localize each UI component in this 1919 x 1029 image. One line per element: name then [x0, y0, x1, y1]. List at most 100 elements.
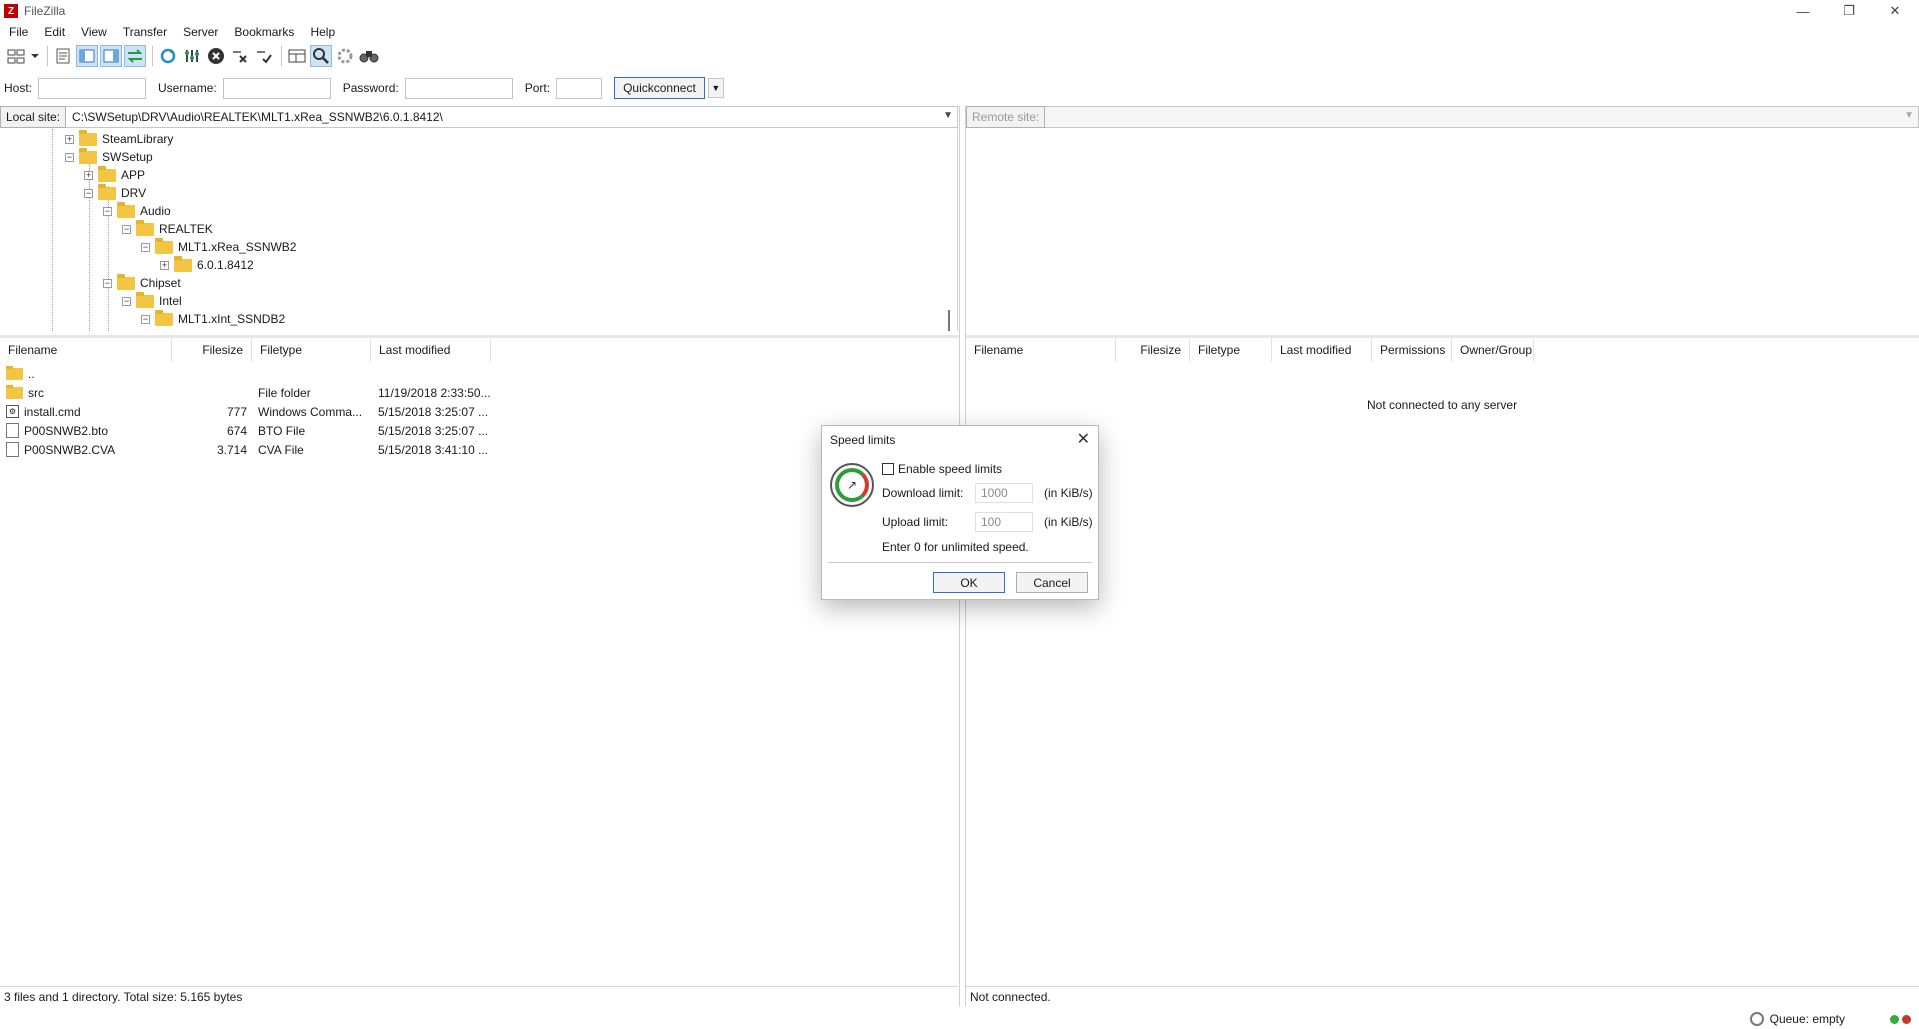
host-input[interactable] [38, 77, 147, 99]
menu-view[interactable]: View [81, 25, 107, 39]
column-filename[interactable]: Filename ⌃ [0, 338, 172, 362]
column-owner-group[interactable]: Owner/Group [1452, 338, 1534, 362]
menu-bookmarks[interactable]: Bookmarks [234, 25, 294, 39]
column-filesize[interactable]: Filesize [1116, 338, 1190, 362]
minimize-button[interactable]: — [1780, 0, 1826, 22]
column-last-modified[interactable]: Last modified [1272, 338, 1372, 362]
cancel-operation-icon[interactable] [205, 45, 227, 67]
tree-item-realtek[interactable]: − REALTEK [122, 219, 213, 238]
file-row-src[interactable]: src File folder 11/19/2018 2:33:50... [0, 383, 958, 402]
column-label: Filename [8, 343, 58, 357]
column-filetype[interactable]: Filetype [1190, 338, 1272, 362]
file-row-cva[interactable]: P00SNWB2.CVA 3.714 CVA File 5/15/2018 3:… [0, 440, 958, 459]
file-row-parent[interactable]: .. [0, 364, 958, 383]
dialog-close-button[interactable]: ✕ [1077, 429, 1090, 449]
expand-icon[interactable]: + [160, 260, 169, 270]
search-remote-files-icon[interactable] [358, 45, 380, 67]
collapse-icon[interactable]: − [103, 206, 112, 216]
folder-icon [117, 201, 135, 218]
reconnect-icon[interactable] [253, 45, 275, 67]
cancel-button[interactable]: Cancel [1016, 572, 1088, 593]
tree-item-app[interactable]: + APP [84, 165, 146, 184]
expand-icon[interactable]: + [84, 170, 93, 180]
collapse-icon[interactable]: − [65, 152, 74, 162]
refresh-icon[interactable] [157, 45, 179, 67]
cell-filesize: 777 [226, 404, 247, 419]
chevron-down-icon[interactable]: ▼ [943, 110, 953, 121]
port-input[interactable] [556, 77, 603, 99]
tree-item-audio[interactable]: − Audio [103, 201, 171, 220]
tree-item-label: APP [121, 168, 146, 182]
upload-limit-input[interactable]: 100 [975, 512, 1033, 532]
menu-help[interactable]: Help [310, 25, 335, 39]
menu-file[interactable]: File [9, 25, 28, 39]
disconnect-icon[interactable] [229, 45, 251, 67]
toggle-transfer-queue-icon[interactable] [124, 45, 146, 67]
speed-limits-dialog: Speed limits ✕ ↗ Enable speed limits Dow… [821, 425, 1099, 600]
tree-item-intel[interactable]: − Intel [122, 291, 182, 310]
tree-item-drv[interactable]: − DRV [84, 183, 147, 202]
process-queue-icon[interactable] [181, 45, 203, 67]
username-input[interactable] [222, 77, 331, 99]
remote-site-path-input[interactable]: ▼ [1045, 106, 1919, 128]
toggle-local-tree-icon[interactable] [76, 45, 98, 67]
tree-item-steamlibrary[interactable]: + SteamLibrary [65, 129, 173, 148]
enable-speed-limits-checkbox[interactable]: Enable speed limits [882, 462, 1002, 476]
menu-server[interactable]: Server [183, 25, 218, 39]
tree-item-6-0-1-8412[interactable]: + 6.0.1.8412 [160, 255, 254, 274]
quickconnect-button[interactable]: Quickconnect [614, 77, 705, 99]
tree-item-label: DRV [121, 186, 147, 200]
tree-item-label: MLT1.xRea_SSNWB2 [178, 240, 297, 254]
port-label: Port: [524, 81, 551, 95]
toggle-remote-tree-icon[interactable] [100, 45, 122, 67]
checkbox-box[interactable] [882, 463, 894, 475]
quickconnect-bar: Host: Username: Password: Port: Quickcon… [0, 76, 1919, 100]
toggle-sync-browsing-icon[interactable] [310, 45, 332, 67]
file-row-install-cmd[interactable]: ⚙ install.cmd 777 Windows Comma... 5/15/… [0, 402, 958, 421]
column-permissions[interactable]: Permissions [1372, 338, 1452, 362]
menu-edit[interactable]: Edit [44, 25, 65, 39]
ok-button[interactable]: OK [933, 572, 1005, 593]
expand-icon[interactable]: + [65, 134, 74, 144]
tree-scrollbar-thumb[interactable] [948, 310, 950, 331]
column-filename[interactable]: Filename ⌃ [966, 338, 1116, 362]
directory-comparison-icon[interactable] [334, 45, 356, 67]
speedometer-icon: ↗ [830, 463, 874, 507]
column-filesize[interactable]: Filesize [172, 338, 252, 362]
folder-icon [98, 183, 116, 200]
collapse-icon[interactable]: − [122, 224, 131, 234]
tree-item-swsetup[interactable]: − SWSetup [65, 147, 153, 166]
collapse-icon[interactable]: − [103, 278, 112, 288]
password-input[interactable] [404, 77, 513, 99]
cell-filename: P00SNWB2.bto [6, 421, 172, 440]
download-limit-input[interactable]: 1000 [975, 483, 1033, 503]
column-filetype[interactable]: Filetype [252, 338, 371, 362]
filename-text: install.cmd [24, 404, 81, 419]
local-site-path-text: C:\SWSetup\DRV\Audio\REALTEK\MLT1.xRea_S… [72, 110, 443, 124]
collapse-icon[interactable]: − [141, 314, 150, 324]
collapse-icon[interactable]: − [84, 188, 93, 198]
tree-item-mlt1-xint[interactable]: − MLT1.xInt_SSNDB2 [141, 309, 285, 328]
tree-item-mlt1-xrea[interactable]: − MLT1.xRea_SSNWB2 [141, 237, 297, 256]
maximize-button[interactable]: ❐ [1826, 0, 1872, 22]
download-limit-label: Download limit: [882, 486, 964, 500]
file-row-bto[interactable]: P00SNWB2.bto 674 BTO File 5/15/2018 3:25… [0, 421, 958, 440]
folder-icon [6, 384, 23, 399]
column-last-modified[interactable]: Last modified [371, 338, 491, 362]
dropdown-arrow-icon[interactable] [29, 45, 41, 67]
collapse-icon[interactable]: − [122, 296, 131, 306]
toggle-message-log-icon[interactable] [52, 45, 74, 67]
local-site-path-input[interactable]: C:\SWSetup\DRV\Audio\REALTEK\MLT1.xRea_S… [66, 106, 958, 128]
menu-transfer[interactable]: Transfer [123, 25, 167, 39]
chevron-down-icon[interactable]: ▼ [1904, 110, 1914, 121]
title-bar: Z FileZilla — ❐ ✕ [0, 0, 1919, 22]
quickconnect-history-dropdown[interactable]: ▼ [707, 78, 724, 98]
username-label: Username: [158, 81, 217, 95]
tree-item-chipset[interactable]: − Chipset [103, 273, 181, 292]
site-manager-icon[interactable] [5, 45, 27, 67]
close-window-button[interactable]: ✕ [1872, 0, 1918, 22]
folder-icon [136, 219, 154, 236]
directory-filters-icon[interactable] [286, 45, 308, 67]
folder-icon [6, 365, 23, 380]
collapse-icon[interactable]: − [141, 242, 150, 252]
